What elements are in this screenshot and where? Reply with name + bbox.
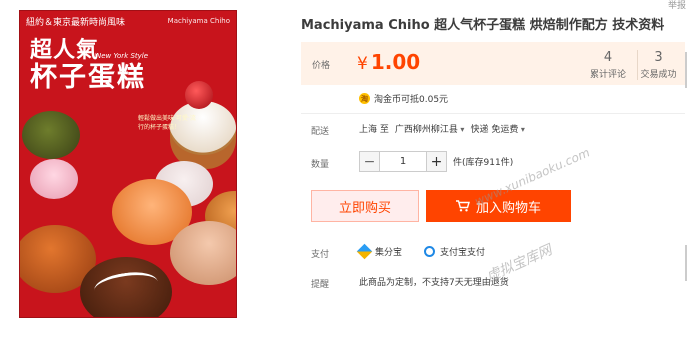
payment-label: 支付 bbox=[311, 250, 330, 260]
shipping-row: 上海 至 广西柳州柳江县 快递 免运费 bbox=[359, 122, 525, 135]
payment-method-jifenbao[interactable]: 集分宝 bbox=[356, 243, 403, 260]
cover-subtitle: New York Style bbox=[96, 52, 149, 60]
quantity-input[interactable] bbox=[380, 151, 426, 172]
currency-symbol: ¥ bbox=[357, 54, 368, 74]
payment-methods: 集分宝 支付宝支付 bbox=[356, 243, 485, 260]
sales-count-label: 交易成功 bbox=[640, 70, 677, 80]
cupcake-illustration bbox=[30, 159, 78, 199]
price-panel: 价格 ¥1.00 4 累计评论 3 交易成功 bbox=[301, 42, 685, 85]
review-count-label: 累计评论 bbox=[589, 70, 626, 80]
shipping-destination-select[interactable]: 广西柳州柳江县 bbox=[395, 122, 465, 135]
payment-method1-label: 集分宝 bbox=[375, 248, 403, 258]
report-link[interactable]: 举报 bbox=[668, 0, 686, 11]
alipay-icon bbox=[424, 246, 436, 257]
cupcake-illustration bbox=[22, 111, 80, 159]
watermark-cn: 虚拟宝库网 bbox=[483, 242, 555, 286]
shipping-method-select[interactable]: 快递 免运费 bbox=[470, 122, 524, 135]
coin-discount: 淘 淘金币可抵0.05元 bbox=[359, 92, 448, 105]
stock-info: 件(库存911件) bbox=[453, 158, 514, 168]
quantity-decrease-button[interactable]: − bbox=[359, 151, 380, 172]
coin-discount-text: 淘金币可抵0.05元 bbox=[374, 95, 449, 105]
payment-method-alipay[interactable]: 支付宝支付 bbox=[424, 245, 485, 258]
notice-label: 提醒 bbox=[311, 280, 330, 290]
cover-top-text: 紐約＆東京最新時尚風味 bbox=[26, 17, 126, 28]
product-title: Machiyama Chiho 超人气杯子蛋糕 烘焙制作配方 技术资料 bbox=[301, 18, 665, 33]
cover-title: 超人氣 杯子蛋糕 bbox=[30, 37, 146, 91]
cover-publisher: Machiyama Chiho bbox=[167, 17, 230, 25]
scrollbar-edge bbox=[685, 52, 687, 88]
cover-title-line2: 杯子蛋糕 bbox=[30, 62, 146, 93]
strawberry-illustration bbox=[185, 81, 213, 109]
cover-blurb: 輕鬆做出美味·可愛·流行的杯子蛋糕！ bbox=[138, 115, 196, 131]
cover-top-strip: 紐約＆東京最新時尚風味 Machiyama Chiho bbox=[20, 11, 236, 31]
payment-method2-label: 支付宝支付 bbox=[440, 248, 486, 258]
price-amount: 1.00 bbox=[370, 50, 421, 74]
review-count: 4 bbox=[603, 50, 613, 65]
cupcake-illustration bbox=[170, 221, 236, 285]
product-image[interactable]: 紐約＆東京最新時尚風味 Machiyama Chiho 超人氣 杯子蛋糕 New… bbox=[19, 10, 237, 318]
price-value: ¥1.00 bbox=[357, 50, 420, 74]
quantity-increase-button[interactable]: + bbox=[426, 151, 447, 172]
buy-now-button[interactable]: 立即购买 bbox=[311, 190, 419, 222]
shipping-from: 上海 至 bbox=[359, 125, 389, 135]
quantity-label: 数量 bbox=[311, 160, 330, 170]
quantity-stepper: − + 件(库存911件) bbox=[359, 151, 513, 172]
price-label: 价格 bbox=[312, 61, 331, 71]
jifenbao-icon bbox=[356, 243, 373, 260]
divider bbox=[301, 113, 685, 114]
shipping-label: 配送 bbox=[311, 127, 330, 137]
review-count-stat[interactable]: 4 累计评论 bbox=[589, 50, 627, 80]
cart-icon bbox=[455, 200, 470, 212]
coin-icon: 淘 bbox=[359, 93, 370, 104]
sales-count-stat: 3 交易成功 bbox=[637, 50, 677, 80]
sales-count: 3 bbox=[654, 50, 663, 65]
scrollbar-edge bbox=[685, 245, 687, 281]
